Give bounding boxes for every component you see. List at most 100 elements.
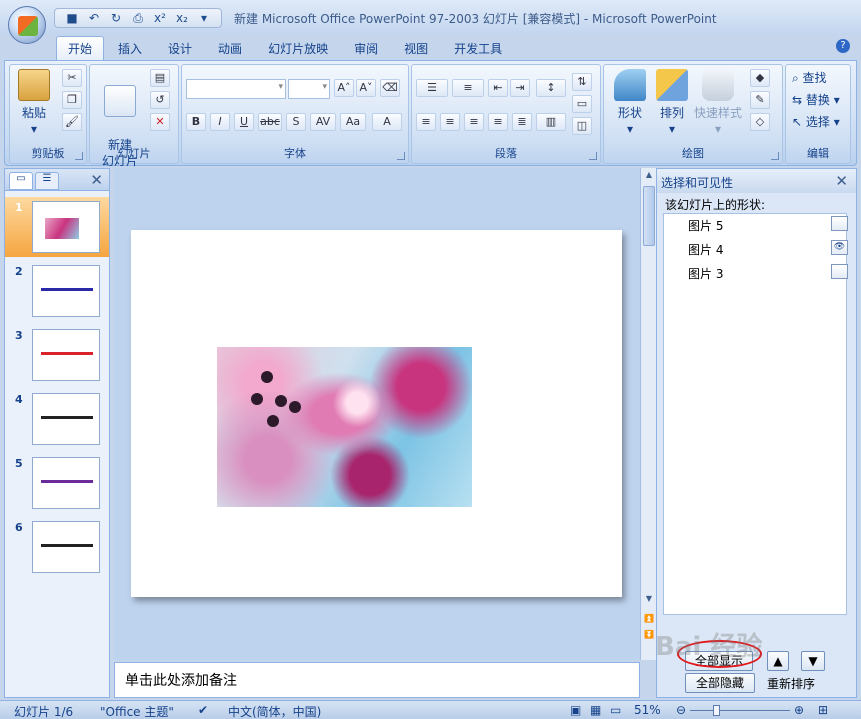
find-button[interactable]: ⌕ 查找 (792, 69, 827, 86)
font-size-combo[interactable] (288, 79, 330, 99)
next-slide-icon[interactable]: ⏬ (643, 630, 655, 642)
save-icon[interactable]: ■ (63, 10, 81, 26)
zoom-out-icon[interactable]: ⊖ (676, 703, 686, 717)
shape-effects-icon[interactable]: ◇ (750, 113, 770, 131)
shape-fill-icon[interactable]: ◆ (750, 69, 770, 87)
bullets-icon[interactable]: ☰ (416, 79, 448, 97)
italic-icon[interactable]: I (210, 113, 230, 131)
justify-icon[interactable]: ≡ (488, 113, 508, 131)
increase-indent-icon[interactable]: ⇥ (510, 79, 530, 97)
format-painter-icon[interactable]: 🖌 (62, 113, 82, 131)
bold-icon[interactable]: B (186, 113, 206, 131)
office-button[interactable] (8, 6, 46, 44)
slide-thumbnail[interactable]: 6 (5, 517, 109, 577)
editor-scrollbar[interactable]: ▲ ▼ ⏫ ⏬ (640, 168, 656, 660)
undo-icon[interactable]: ↶ (85, 10, 103, 26)
align-text-icon[interactable]: ▭ (572, 95, 592, 113)
align-left-icon[interactable]: ≡ (416, 113, 436, 131)
paragraph-launcher-icon[interactable] (589, 152, 597, 160)
drawing-launcher-icon[interactable] (771, 152, 779, 160)
scroll-down-icon[interactable]: ▼ (643, 594, 655, 606)
visibility-toggle[interactable] (831, 216, 848, 231)
eye-icon[interactable]: 👁 (831, 240, 848, 255)
zoom-in-icon[interactable]: ⊕ (794, 703, 804, 717)
layout-icon[interactable]: ▤ (150, 69, 170, 87)
distribute-icon[interactable]: ≣ (512, 113, 532, 131)
superscript-icon[interactable]: x² (151, 10, 169, 26)
visibility-toggle[interactable] (831, 264, 848, 279)
slides-tab-icon[interactable]: ▭ (9, 172, 33, 190)
text-direction-icon[interactable]: ⇅ (572, 73, 592, 91)
scroll-thumb[interactable] (643, 186, 655, 246)
clear-format-icon[interactable]: ⌫ (380, 79, 400, 97)
slideshow-view-icon[interactable]: ▭ (610, 703, 621, 717)
tab-animations[interactable]: 动画 (206, 36, 254, 61)
font-launcher-icon[interactable] (397, 152, 405, 160)
tab-design[interactable]: 设计 (156, 36, 204, 61)
arrange-button[interactable]: 排列 ▾ (652, 69, 692, 137)
shape-outline-icon[interactable]: ✎ (750, 91, 770, 109)
paste-button[interactable]: 粘贴 ▾ (16, 69, 52, 137)
tab-view[interactable]: 视图 (392, 36, 440, 61)
prev-slide-icon[interactable]: ⏫ (643, 614, 655, 626)
font-name-combo[interactable] (186, 79, 286, 99)
shadow-icon[interactable]: S (286, 113, 306, 131)
slide-thumbnail[interactable]: 5 (5, 453, 109, 513)
print-preview-icon[interactable]: ⎙ (129, 10, 147, 26)
align-right-icon[interactable]: ≡ (464, 113, 484, 131)
copy-icon[interactable]: ❐ (62, 91, 82, 109)
change-case-icon[interactable]: Aa (340, 113, 366, 131)
slide-thumbnail[interactable]: 3 (5, 325, 109, 385)
hide-all-button[interactable]: 全部隐藏 (685, 673, 755, 693)
cut-icon[interactable]: ✂ (62, 69, 82, 87)
tab-slideshow[interactable]: 幻灯片放映 (256, 36, 340, 61)
move-down-icon[interactable]: ▼ (801, 651, 825, 671)
delete-slide-icon[interactable]: ✕ (150, 113, 170, 131)
shape-item[interactable]: 图片 4 👁 (664, 238, 848, 260)
sorter-view-icon[interactable]: ▦ (590, 703, 601, 717)
align-center-icon[interactable]: ≡ (440, 113, 460, 131)
select-button[interactable]: ↖ 选择 ▾ (792, 113, 840, 130)
subscript-icon[interactable]: x₂ (173, 10, 191, 26)
clipboard-launcher-icon[interactable] (75, 152, 83, 160)
zoom-slider[interactable] (690, 710, 790, 711)
close-icon[interactable]: ✕ (835, 172, 848, 190)
replace-button[interactable]: ⇆ 替换 ▾ (792, 91, 840, 108)
slide-thumbnail[interactable]: 2 (5, 261, 109, 321)
scroll-up-icon[interactable]: ▲ (643, 170, 655, 182)
line-spacing-icon[interactable]: ↕ (536, 79, 566, 97)
columns-icon[interactable]: ▥ (536, 113, 566, 131)
close-icon[interactable]: ✕ (90, 171, 103, 189)
font-color-icon[interactable]: A (372, 113, 402, 131)
outline-tab-icon[interactable]: ☰ (35, 172, 59, 190)
spellcheck-icon[interactable]: ✔ (198, 703, 208, 717)
strikethrough-icon[interactable]: abc (258, 113, 282, 131)
tab-home[interactable]: 开始 (56, 36, 105, 61)
help-icon[interactable]: ? (836, 39, 850, 53)
tab-insert[interactable]: 插入 (106, 36, 154, 61)
slide-picture[interactable] (217, 347, 472, 507)
underline-icon[interactable]: U (234, 113, 254, 131)
shape-item[interactable]: 图片 5 (664, 214, 848, 236)
shrink-font-icon[interactable]: A˅ (356, 79, 376, 97)
move-up-icon[interactable]: ▲ (767, 651, 789, 671)
smartart-icon[interactable]: ◫ (572, 117, 592, 135)
tab-review[interactable]: 审阅 (342, 36, 390, 61)
redo-icon[interactable]: ↻ (107, 10, 125, 26)
tab-developer[interactable]: 开发工具 (442, 36, 514, 61)
numbering-icon[interactable]: ≡ (452, 79, 484, 97)
slide-thumbnail[interactable]: 1 (5, 197, 109, 257)
zoom-slider-thumb[interactable] (713, 705, 720, 716)
char-spacing-icon[interactable]: AV (310, 113, 336, 131)
quick-styles-button[interactable]: 快速样式 ▾ (692, 69, 744, 137)
grow-font-icon[interactable]: A˄ (334, 79, 354, 97)
shape-item[interactable]: 图片 3 (664, 262, 848, 284)
fit-to-window-icon[interactable]: ⊞ (818, 703, 828, 717)
language-indicator[interactable]: 中文(简体，中国) (228, 703, 321, 719)
notes-input[interactable]: 单击此处添加备注 (114, 662, 640, 698)
normal-view-icon[interactable]: ▣ (570, 703, 581, 717)
reset-icon[interactable]: ↺ (150, 91, 170, 109)
decrease-indent-icon[interactable]: ⇤ (488, 79, 508, 97)
shapes-button[interactable]: 形状 ▾ (610, 69, 650, 137)
customize-qat-icon[interactable]: ▾ (195, 10, 213, 26)
